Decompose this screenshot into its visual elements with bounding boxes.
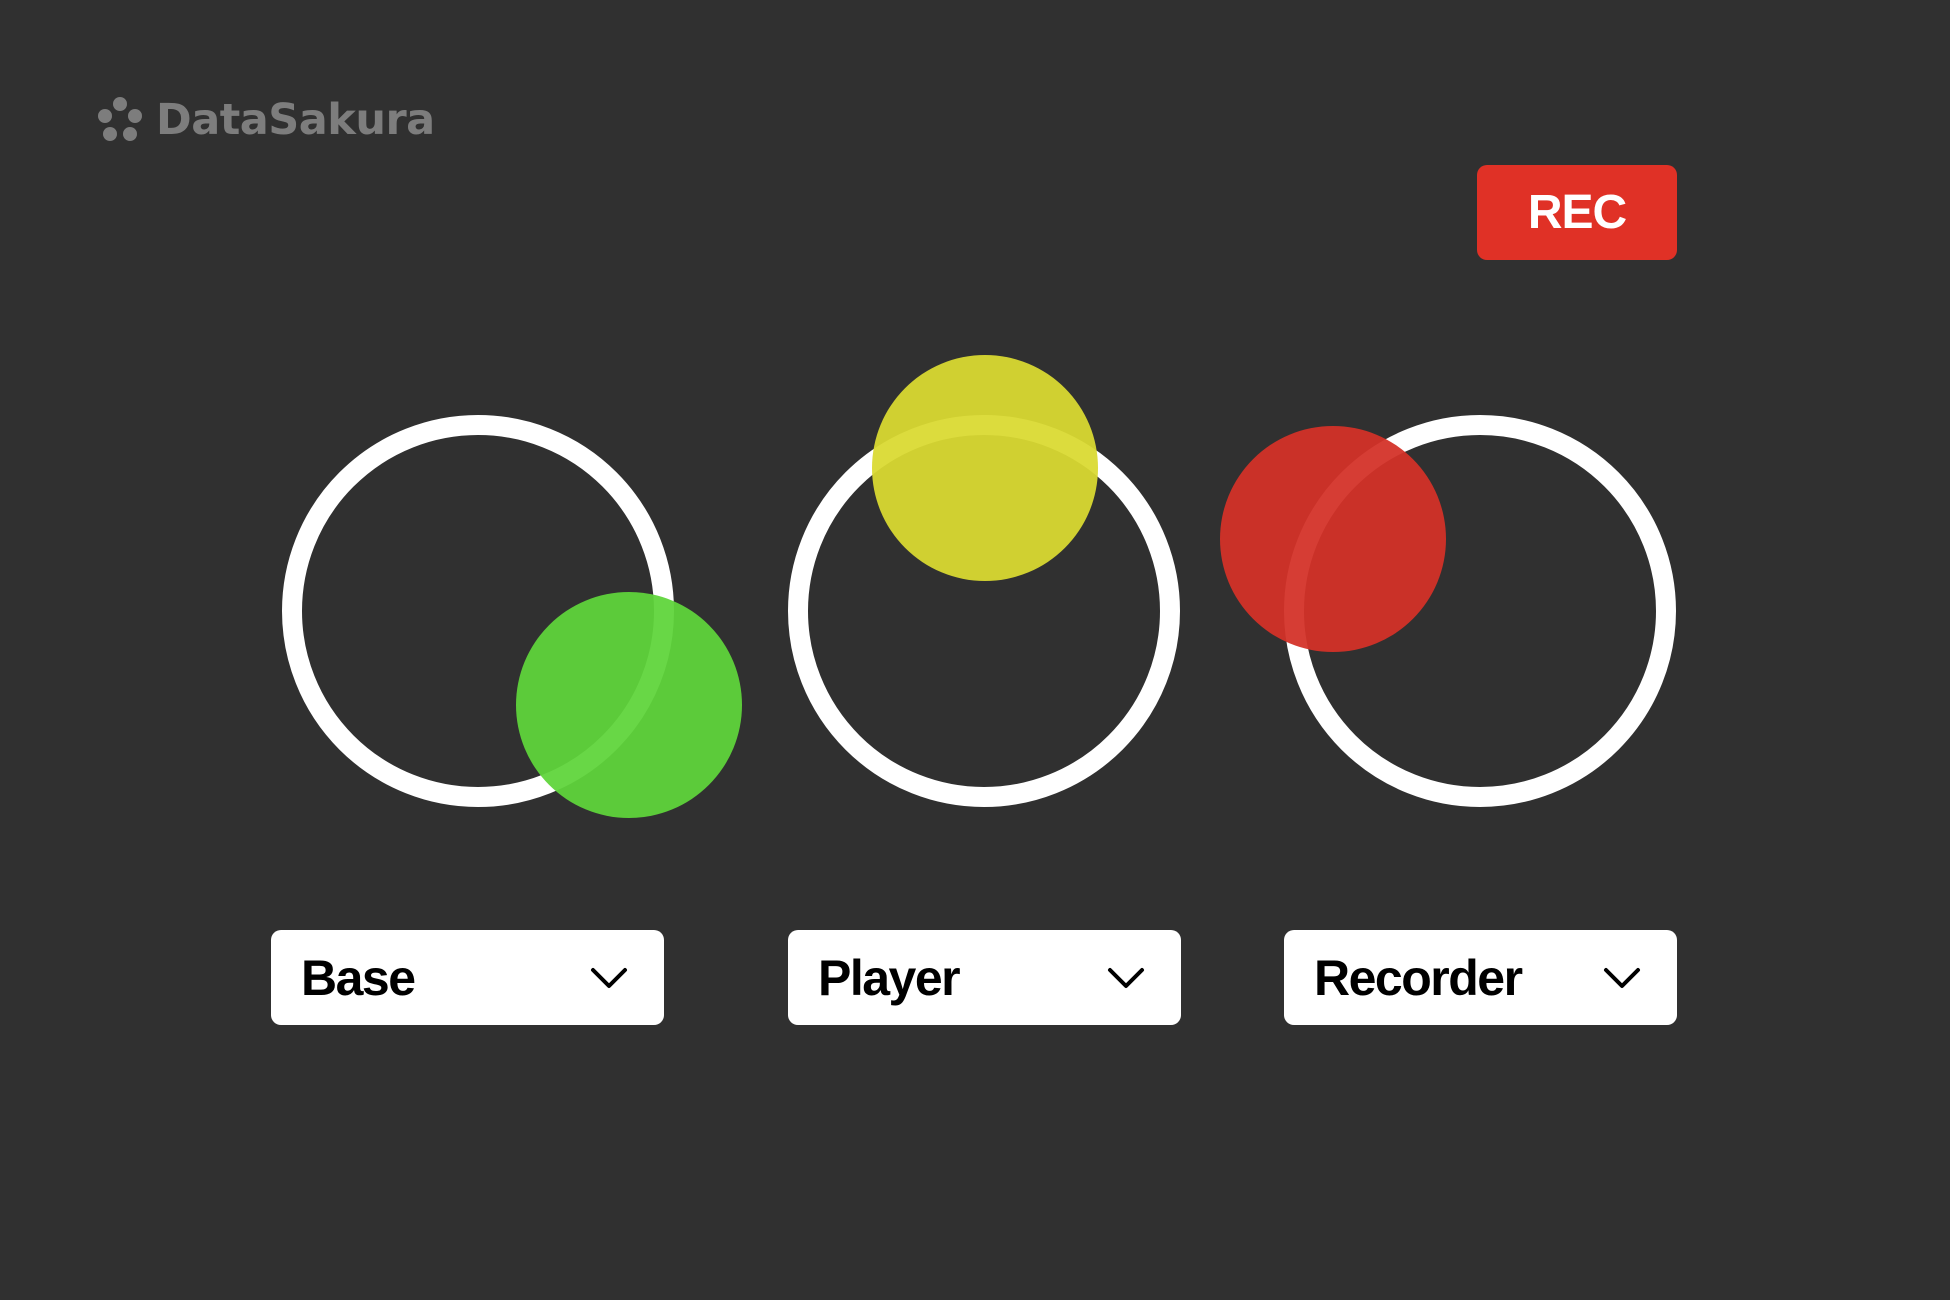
control-panel: DataSakura REC Base Player Recorder bbox=[0, 0, 1950, 1300]
chevron-down-icon bbox=[591, 967, 627, 988]
select-value: Recorder bbox=[1314, 949, 1523, 1006]
joystick-knob-player[interactable] bbox=[872, 355, 1098, 581]
joystick-base[interactable] bbox=[282, 415, 742, 818]
source-select-recorder[interactable]: Recorder bbox=[1284, 930, 1677, 1025]
joystick-player[interactable] bbox=[788, 355, 1180, 807]
select-value: Base bbox=[301, 949, 416, 1006]
joystick-recorder[interactable] bbox=[1220, 415, 1676, 807]
chevron-down-icon bbox=[1108, 967, 1144, 988]
source-select-base[interactable]: Base bbox=[271, 930, 664, 1025]
source-select-player[interactable]: Player bbox=[788, 930, 1181, 1025]
joystick-knob-recorder[interactable] bbox=[1220, 426, 1446, 652]
select-value: Player bbox=[818, 949, 961, 1006]
joystick-knob-base[interactable] bbox=[516, 592, 742, 818]
chevron-down-icon bbox=[1604, 967, 1640, 988]
joystick-area bbox=[282, 355, 1676, 818]
